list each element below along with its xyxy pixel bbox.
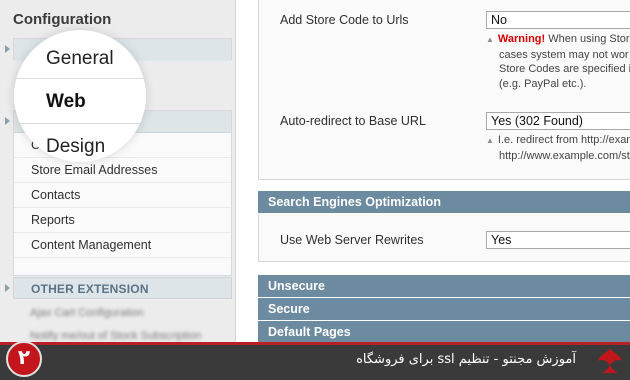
banner-title: آموزش مجنتو - تنظیم ssl برای فروشگاه [356,352,576,367]
secure-section-header[interactable]: Secure [258,298,630,320]
zoom-design-label[interactable]: Design [46,136,105,158]
config-form: Add Store Code to Urls No ▲ Warning! When… [258,0,630,343]
note-text: http://www.example.com/st [499,149,630,162]
warning-text: (e.g. PayPal etc.). [499,77,587,90]
warning-label: Warning! [497,33,546,45]
sidebar-title: Configuration [13,11,112,28]
store-code-warning: ▲ Warning! When using Store cases system … [486,32,630,91]
rewrites-select[interactable]: Yes [486,231,630,249]
sidebar-item-store-email[interactable]: Store Email Addresses [14,158,231,183]
warning-text: cases system may not wor [499,48,629,61]
sidebar-item-content-management[interactable]: Content Management [14,233,231,258]
expand-triangle-icon [5,117,10,125]
url-options-panel: Add Store Code to Urls No ▲ Warning! When… [258,0,630,180]
warning-text: When using Store [545,33,630,45]
sidebar-item-reports[interactable]: Reports [14,208,231,233]
store-code-select[interactable]: No [486,11,630,29]
note-arrow-icon: ▲ [486,35,494,44]
default-pages-section-header[interactable]: Default Pages [258,321,630,343]
step-number-badge: ۲ [6,341,42,377]
rewrites-label: Use Web Server Rewrites [280,233,424,247]
redirect-select[interactable]: Yes (302 Found) [486,112,630,130]
other-extension-header[interactable]: OTHER EXTENSION [5,277,232,299]
zoom-magnifier: General Web Design [14,30,146,162]
zoom-web-label[interactable]: Web [46,91,86,113]
divider [14,78,146,79]
sidebar-item-notify-stock[interactable]: Notify me/out of Stock Subscription [13,330,232,342]
seo-panel: Use Web Server Rewrites Yes [258,214,630,262]
redirect-label: Auto-redirect to Base URL [280,114,426,128]
sidebar-item-contacts[interactable]: Contacts [14,183,231,208]
note-arrow-icon: ▲ [486,136,494,145]
expand-triangle-icon [5,284,10,292]
zoom-general-label[interactable]: General [46,48,114,70]
divider [14,123,146,124]
unsecure-section-header[interactable]: Unsecure [258,275,630,297]
sidebar-item-ajax-cart[interactable]: Ajax Cart Configuration [13,307,232,319]
seo-section-header[interactable]: Search Engines Optimization [258,191,630,213]
store-code-label: Add Store Code to Urls [280,13,409,27]
warning-text: Store Codes are specified i [499,63,630,75]
note-text: I.e. redirect from http://exam [497,134,630,146]
other-extension-label: OTHER EXTENSION [31,282,149,296]
magento-logo-icon [598,349,622,373]
expand-triangle-icon [5,45,10,53]
redirect-note: ▲ I.e. redirect from http://exam http://w… [486,133,630,163]
